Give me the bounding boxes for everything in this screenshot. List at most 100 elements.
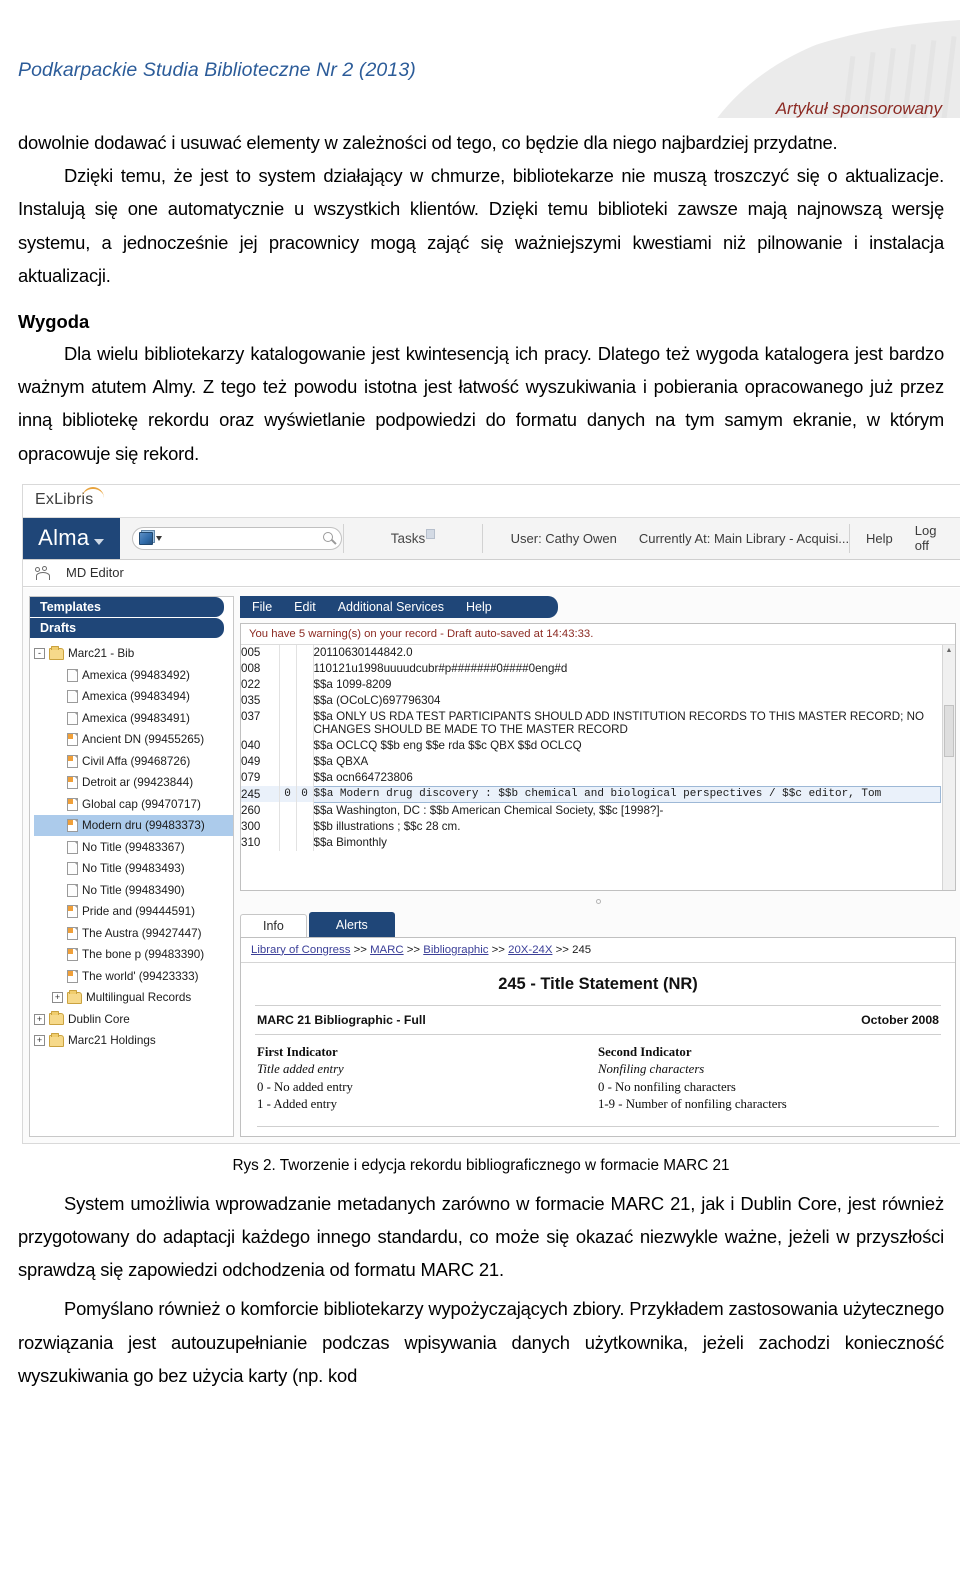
- marc-content-cell[interactable]: $$a Washington, DC : $$b American Chemic…: [313, 802, 941, 819]
- tree-item[interactable]: Amexica (99483494): [34, 686, 233, 708]
- templates-tab[interactable]: Templates: [30, 596, 224, 617]
- breadcrumb-link[interactable]: 20X-24X: [508, 944, 552, 956]
- tree-item[interactable]: No Title (99483493): [34, 858, 233, 880]
- collapse-icon[interactable]: -: [34, 648, 45, 660]
- marc-content-cell[interactable]: $$a 1099-8209: [313, 677, 941, 693]
- help-link[interactable]: Help: [866, 531, 893, 546]
- marc-field-row[interactable]: 005 20110630144842.0: [241, 644, 941, 661]
- tree-item[interactable]: - Marc21 - Bib: [34, 643, 233, 665]
- marc-content-cell[interactable]: 110121u1998uuuudcubr#p#######0####0eng#d: [313, 661, 941, 677]
- search-box[interactable]: [131, 526, 342, 550]
- breadcrumb-link[interactable]: Bibliographic: [423, 944, 488, 956]
- tree-item[interactable]: No Title (99483490): [34, 879, 233, 901]
- tree-item[interactable]: Ancient DN (99455265): [34, 729, 233, 751]
- marc-tag-cell[interactable]: 040: [241, 737, 280, 754]
- menu-file[interactable]: File: [252, 600, 272, 614]
- marc-vertical-scrollbar[interactable]: ▲: [942, 644, 955, 890]
- marc-tag-cell[interactable]: 022: [241, 676, 280, 693]
- tab-alerts[interactable]: Alerts: [308, 911, 395, 937]
- tree-item[interactable]: Detroit ar (99423844): [34, 772, 233, 794]
- tree-item[interactable]: + Marc21 Holdings: [34, 1030, 233, 1052]
- menu-additional-services[interactable]: Additional Services: [338, 600, 444, 614]
- tree-item[interactable]: The world' (99423333): [34, 965, 233, 987]
- tree-item[interactable]: Civil Affa (99468726): [34, 750, 233, 772]
- marc-indicator2-cell[interactable]: [296, 834, 314, 851]
- scroll-up-arrow-icon[interactable]: ▲: [943, 645, 955, 657]
- search-scope-chevron-icon[interactable]: [155, 535, 162, 541]
- marc-field-row[interactable]: 008 110121u1998uuuudcubr#p#######0####0en…: [241, 660, 941, 677]
- tasks-button[interactable]: Tasks: [344, 518, 481, 559]
- marc-tag-cell[interactable]: 005: [241, 644, 280, 661]
- expand-icon[interactable]: +: [52, 992, 63, 1004]
- marc-tag-cell[interactable]: 008: [241, 660, 280, 677]
- marc-field-row[interactable]: 022 $$a 1099-8209: [241, 676, 941, 693]
- tree-item[interactable]: + Multilingual Records: [34, 987, 233, 1009]
- current-location-label[interactable]: Currently At: Main Library - Acquisi...: [639, 531, 849, 546]
- tree-item[interactable]: The Austra (99427447): [34, 922, 233, 944]
- tab-info[interactable]: Info: [240, 913, 307, 937]
- marc-indicator1-cell[interactable]: [279, 753, 297, 770]
- marc-content-cell[interactable]: $$b illustrations ; $$c 28 cm.: [313, 819, 941, 835]
- marc-indicator2-cell[interactable]: [296, 708, 314, 738]
- drafts-tab[interactable]: Drafts: [30, 617, 224, 638]
- marc-content-cell[interactable]: $$a ONLY US RDA TEST PARTICIPANTS SHOULD…: [313, 709, 941, 738]
- breadcrumb-link[interactable]: Library of Congress: [251, 944, 350, 956]
- tree-item[interactable]: No Title (99483367): [34, 836, 233, 858]
- marc-indicator1-cell[interactable]: [279, 769, 297, 787]
- marc-tag-cell[interactable]: 245: [241, 786, 280, 803]
- tree-item[interactable]: Global cap (99470717): [34, 793, 233, 815]
- tree-item[interactable]: The bone p (99483390): [34, 944, 233, 966]
- marc-content-cell[interactable]: $$a OCLCQ $$b eng $$e rda $$c QBX $$d OC…: [313, 738, 941, 754]
- marc-indicator2-cell[interactable]: [296, 753, 314, 770]
- marc-indicator1-cell[interactable]: [279, 834, 297, 851]
- tree-item[interactable]: Amexica (99483491): [34, 707, 233, 729]
- marc-tag-cell[interactable]: 300: [241, 818, 280, 835]
- tree-item[interactable]: Modern dru (99483373): [34, 814, 233, 837]
- marc-field-row[interactable]: 245 0 0 $$a Modern drug discovery : $$b che…: [241, 785, 941, 803]
- tree-item[interactable]: Pride and (99444591): [34, 901, 233, 923]
- search-icon[interactable]: [322, 531, 333, 542]
- marc-field-row[interactable]: 310 $$a Bimonthly: [241, 834, 941, 851]
- marc-field-row[interactable]: 079 $$a ocn664723806: [241, 769, 941, 787]
- marc-field-row[interactable]: 049 $$a QBXA: [241, 753, 941, 770]
- marc-indicator2-cell[interactable]: [296, 676, 314, 693]
- marc-tag-cell[interactable]: 037: [241, 708, 280, 738]
- menu-help[interactable]: Help: [466, 600, 492, 614]
- marc-indicator2-cell[interactable]: [296, 660, 314, 677]
- marc-indicator2-cell[interactable]: [296, 692, 314, 709]
- expand-icon[interactable]: +: [34, 1035, 45, 1047]
- marc-field-row[interactable]: 037 $$a ONLY US RDA TEST PARTICIPANTS SHO…: [241, 708, 941, 738]
- marc-content-cell[interactable]: 20110630144842.0: [313, 645, 941, 661]
- scrollbar-thumb[interactable]: [944, 704, 954, 757]
- marc-content-cell[interactable]: $$a QBXA: [313, 754, 941, 770]
- marc-indicator1-cell[interactable]: [279, 818, 297, 835]
- marc-indicator2-cell[interactable]: [296, 818, 314, 835]
- tree-item[interactable]: Amexica (99483492): [34, 664, 233, 686]
- marc-content-cell[interactable]: $$a ocn664723806: [313, 770, 941, 787]
- marc-indicator1-cell[interactable]: [279, 692, 297, 709]
- breadcrumb-link[interactable]: MARC: [370, 944, 404, 956]
- marc-indicator2-cell[interactable]: [296, 769, 314, 787]
- marc-indicator1-cell[interactable]: 0: [279, 786, 297, 803]
- marc-field-row[interactable]: 260 $$a Washington, DC : $$b American Che…: [241, 802, 941, 819]
- menu-edit[interactable]: Edit: [294, 600, 316, 614]
- marc-content-cell[interactable]: $$a Modern drug discovery : $$b chemical…: [313, 785, 941, 803]
- logoff-link[interactable]: Log off: [915, 523, 948, 553]
- marc-field-row[interactable]: 300 $$b illustrations ; $$c 28 cm.: [241, 818, 941, 835]
- expand-icon[interactable]: +: [34, 1013, 45, 1025]
- marc-content-cell[interactable]: $$a Bimonthly: [313, 835, 941, 851]
- marc-tag-cell[interactable]: 079: [241, 769, 280, 787]
- marc-indicator1-cell[interactable]: [279, 737, 297, 754]
- marc-indicator2-cell[interactable]: [296, 802, 314, 819]
- marc-indicator2-cell[interactable]: [296, 644, 314, 661]
- marc-indicator2-cell[interactable]: [296, 737, 314, 754]
- alma-home-button[interactable]: Alma: [23, 517, 120, 559]
- marc-indicator1-cell[interactable]: [279, 708, 297, 738]
- marc-content-cell[interactable]: $$a (OCoLC)697796304: [313, 693, 941, 709]
- marc-indicator1-cell[interactable]: [279, 644, 297, 661]
- marc-indicator2-cell[interactable]: 0: [296, 786, 314, 803]
- marc-field-row[interactable]: 040 $$a OCLCQ $$b eng $$e rda $$c QBX $$d…: [241, 737, 941, 754]
- marc-field-row[interactable]: 035 $$a (OCoLC)697796304: [241, 692, 941, 709]
- marc-indicator1-cell[interactable]: [279, 802, 297, 819]
- marc-tag-cell[interactable]: 310: [241, 834, 280, 851]
